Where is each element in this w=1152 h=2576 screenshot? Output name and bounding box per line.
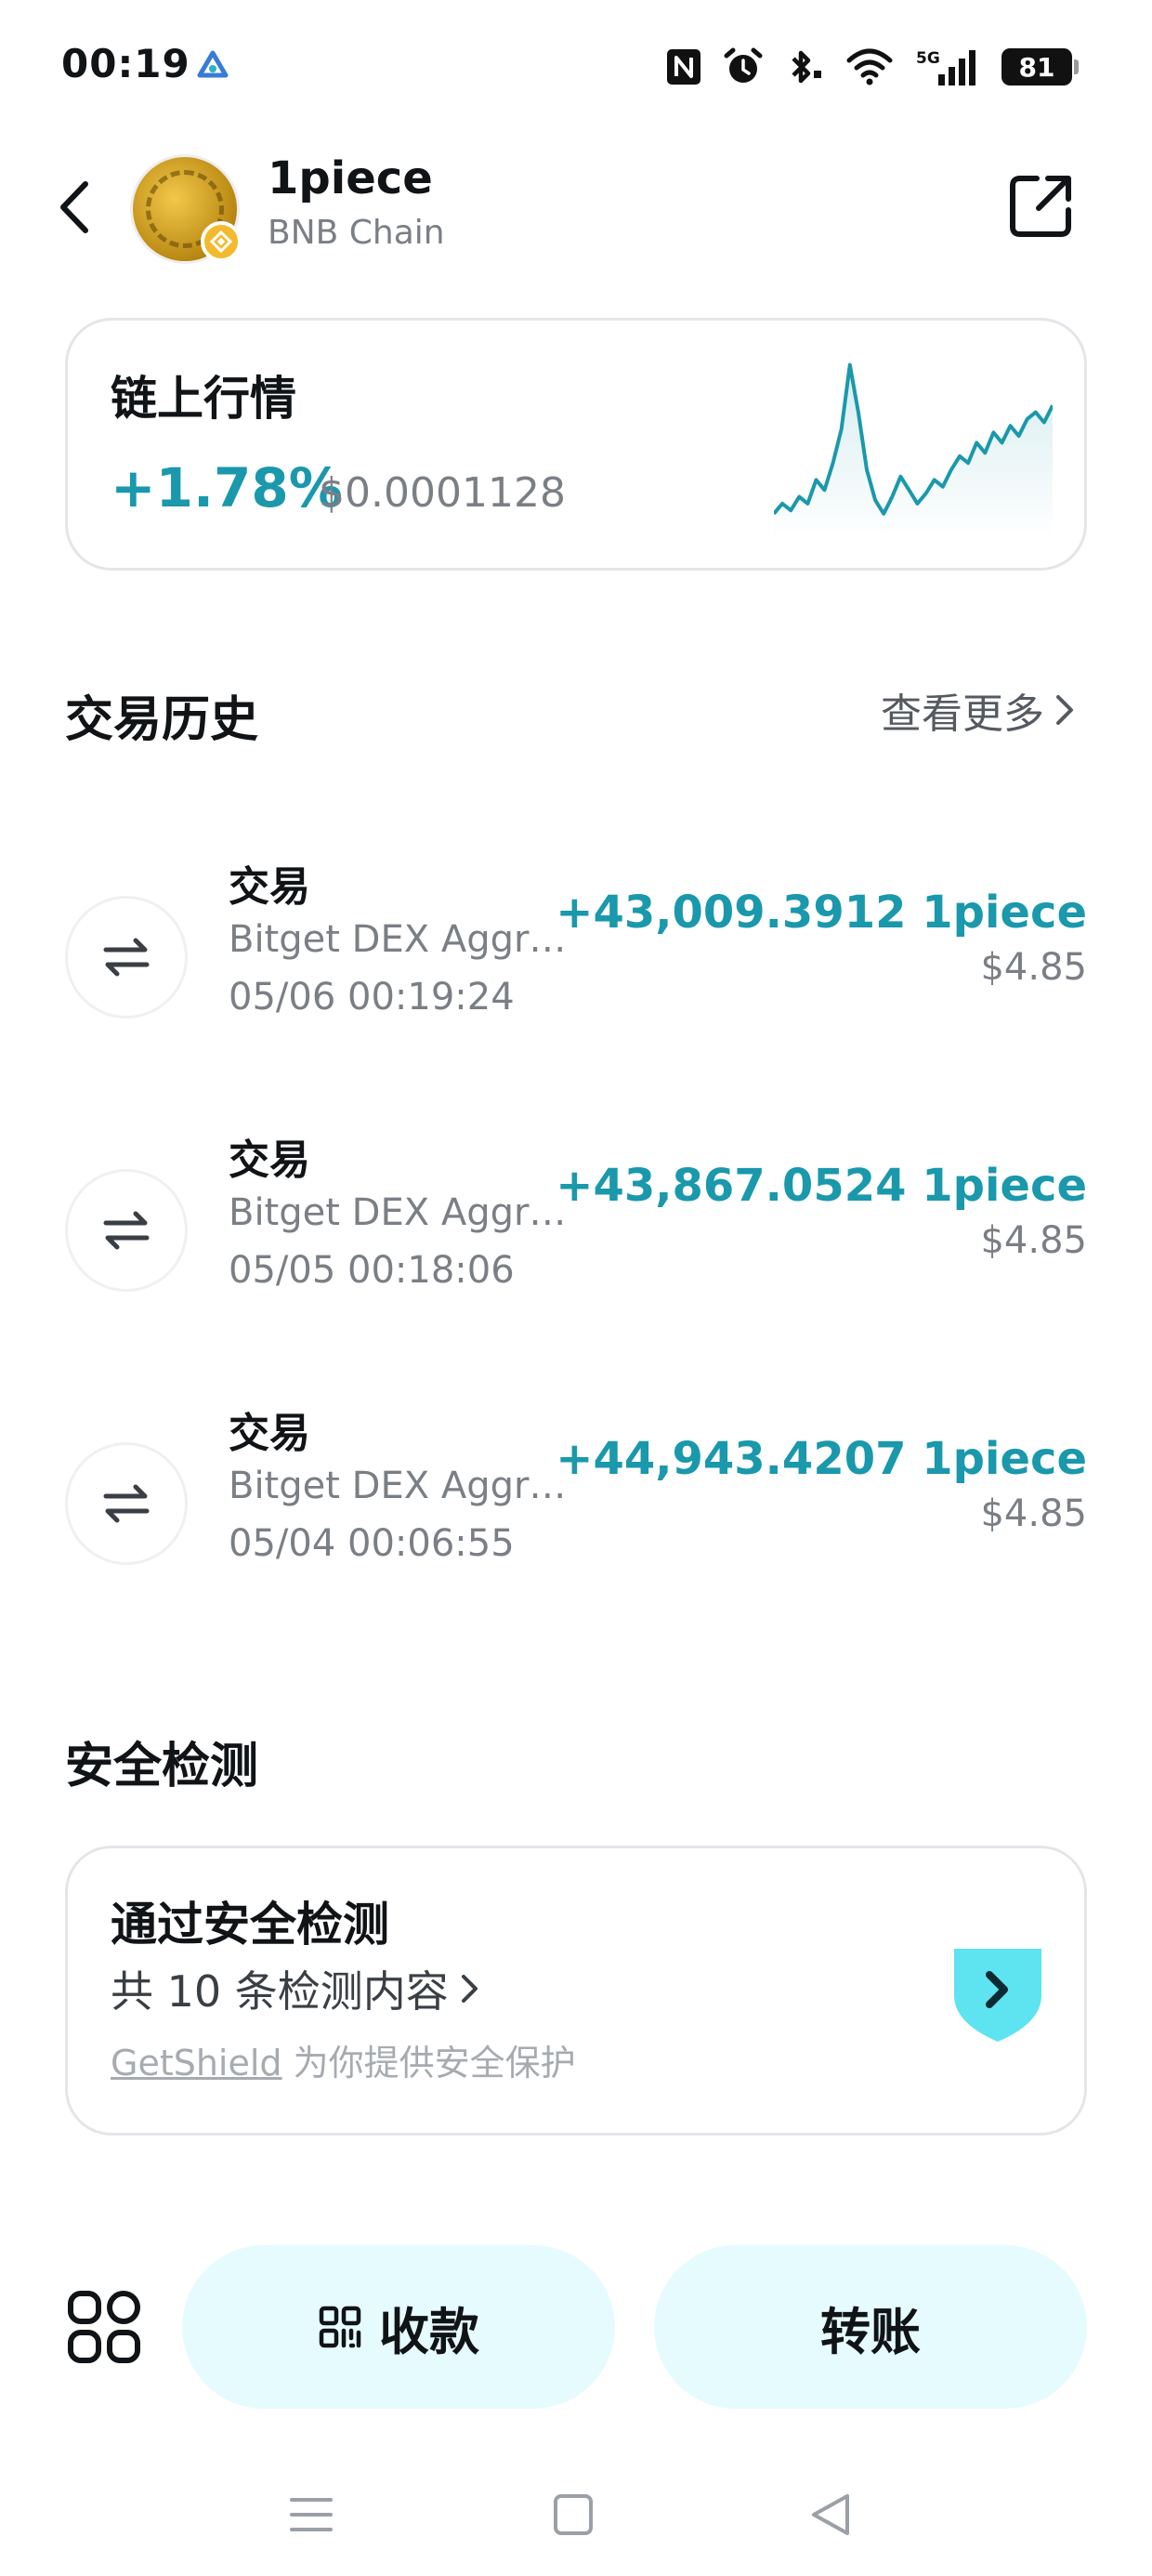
tx-type: 交易 bbox=[229, 1137, 310, 1184]
bluetooth-icon bbox=[792, 50, 821, 84]
security-provider-text: 为你提供安全保护 bbox=[281, 2043, 576, 2083]
system-nav-bar bbox=[0, 2463, 1152, 2576]
security-provider: GetShield 为你提供安全保护 bbox=[111, 2034, 576, 2085]
security-check-count[interactable]: 共 10 条检测内容 bbox=[111, 1958, 480, 2019]
security-check-count-label: 共 10 条检测内容 bbox=[111, 1966, 449, 2017]
swap-icon bbox=[65, 1442, 188, 1565]
token-header: 1piece BNB Chain bbox=[0, 139, 1152, 279]
security-section-title: 安全检测 bbox=[65, 1739, 259, 1794]
transfer-button[interactable]: 转账 bbox=[654, 2245, 1087, 2409]
home-icon[interactable] bbox=[552, 2491, 595, 2539]
tx-amount: +44,943.4207 1piece bbox=[556, 1433, 1087, 1485]
status-time: 00:19 bbox=[61, 41, 190, 86]
swap-icon bbox=[65, 896, 188, 1019]
tx-time: 05/06 00:19:24 bbox=[229, 976, 515, 1019]
token-name: 1piece bbox=[268, 152, 433, 204]
apps-grid-icon[interactable] bbox=[65, 2288, 143, 2366]
5g-signal-icon: 5G bbox=[916, 49, 975, 85]
tx-usd-value: $4.85 bbox=[980, 1492, 1087, 1535]
price-change: +1.78% bbox=[111, 456, 343, 519]
tx-amount: +43,009.3912 1piece bbox=[556, 887, 1087, 939]
swap-arrows-icon bbox=[103, 938, 150, 977]
receive-label: 收款 bbox=[379, 2302, 479, 2361]
tx-type: 交易 bbox=[229, 863, 310, 911]
bnb-chain-badge-icon bbox=[201, 221, 242, 262]
wifi-icon bbox=[846, 48, 893, 85]
tx-description: Bitget DEX Aggr… bbox=[229, 1191, 567, 1234]
status-bar: 00:19 5G 81 bbox=[0, 0, 1152, 139]
alarm-icon bbox=[724, 47, 763, 83]
chain-name: BNB Chain bbox=[268, 214, 445, 252]
swap-arrows-icon bbox=[103, 1484, 150, 1523]
transaction-row[interactable]: 交易 Bitget DEX Aggr… 05/04 00:06:55 +44,9… bbox=[65, 1400, 1087, 1604]
tx-description: Bitget DEX Aggr… bbox=[229, 1465, 567, 1507]
view-more-label: 查看更多 bbox=[881, 690, 1044, 738]
tx-time: 05/04 00:06:55 bbox=[229, 1522, 515, 1565]
battery-icon: 81 bbox=[1001, 48, 1079, 85]
tx-description: Bitget DEX Aggr… bbox=[229, 918, 567, 961]
svg-text:5G: 5G bbox=[916, 49, 940, 68]
receive-button[interactable]: 收款 bbox=[182, 2245, 615, 2409]
menu-icon[interactable] bbox=[288, 2491, 334, 2539]
bnb-diamond-icon bbox=[210, 230, 232, 253]
transfer-label: 转账 bbox=[820, 2302, 921, 2361]
tx-usd-value: $4.85 bbox=[980, 946, 1087, 989]
nfc-icon bbox=[667, 49, 700, 85]
swap-arrows-icon bbox=[103, 1211, 150, 1250]
shield-icon bbox=[954, 1949, 1041, 2042]
tx-amount: +43,867.0524 1piece bbox=[556, 1160, 1087, 1212]
back-icon[interactable] bbox=[808, 2491, 855, 2539]
app-notification-icon bbox=[197, 50, 229, 78]
tx-type: 交易 bbox=[229, 1410, 310, 1457]
tx-usd-value: $4.85 bbox=[980, 1219, 1087, 1262]
back-arrow-icon[interactable] bbox=[48, 175, 104, 240]
getshield-link[interactable]: GetShield bbox=[111, 2043, 282, 2083]
history-title: 交易历史 bbox=[65, 692, 259, 748]
qr-code-icon bbox=[319, 2306, 361, 2348]
tx-time: 05/05 00:18:06 bbox=[229, 1249, 515, 1292]
status-icons: 5G 81 bbox=[665, 39, 1079, 95]
view-more-link[interactable]: 查看更多 bbox=[881, 680, 1076, 740]
transaction-row[interactable]: 交易 Bitget DEX Aggr… 05/06 00:19:24 +43,0… bbox=[65, 853, 1087, 1058]
chevron-right-icon bbox=[1056, 695, 1073, 725]
security-status: 通过安全检测 bbox=[111, 1898, 389, 1952]
token-price: $0.0001128 bbox=[319, 469, 566, 517]
sparkline-area bbox=[774, 364, 1053, 540]
battery-level: 81 bbox=[1018, 51, 1055, 83]
chevron-right-icon bbox=[461, 1975, 478, 2003]
security-card[interactable]: 通过安全检测 共 10 条检测内容 GetShield 为你提供安全保护 bbox=[65, 1846, 1087, 2136]
price-sparkline bbox=[774, 362, 1053, 540]
market-title: 链上行情 bbox=[111, 372, 296, 426]
transaction-row[interactable]: 交易 Bitget DEX Aggr… 05/05 00:18:06 +43,8… bbox=[65, 1126, 1087, 1331]
share-icon[interactable] bbox=[1005, 171, 1076, 242]
swap-icon bbox=[65, 1169, 188, 1292]
market-card[interactable]: 链上行情 +1.78% $0.0001128 bbox=[65, 318, 1087, 571]
